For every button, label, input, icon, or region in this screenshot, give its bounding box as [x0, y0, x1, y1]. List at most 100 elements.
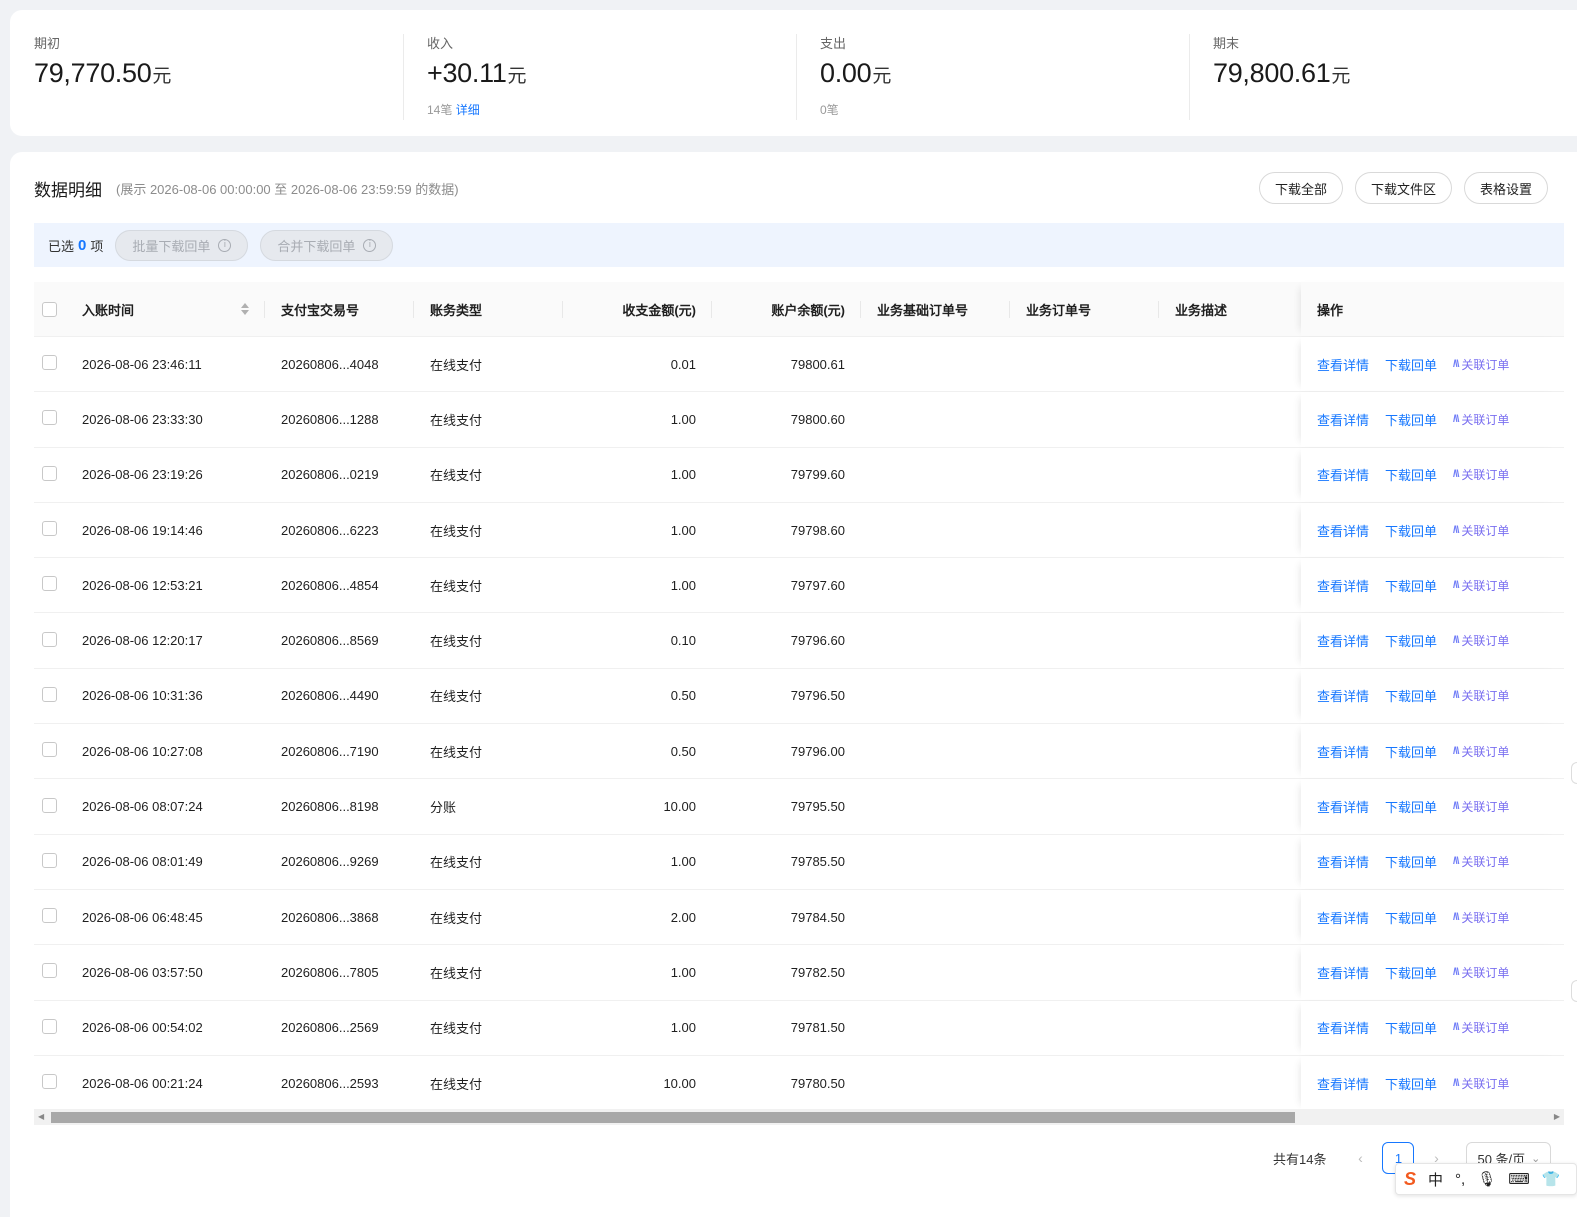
download-receipt-link[interactable]: 下载回单 — [1385, 521, 1437, 540]
download-receipt-link[interactable]: 下载回单 — [1385, 686, 1437, 705]
selection-count: 0 — [78, 236, 87, 254]
select-all-checkbox[interactable] — [42, 301, 57, 317]
col-header-time[interactable]: 入账时间 — [66, 282, 265, 337]
row-checkbox[interactable] — [42, 465, 57, 481]
horizontal-scrollbar[interactable]: ◀ ▶ — [34, 1109, 1564, 1125]
keyboard-icon[interactable]: ⌨ — [1508, 1170, 1530, 1188]
row-checkbox[interactable] — [42, 1074, 57, 1089]
table-row: 2026-08-06 12:53:21 20260806...4854 在线支付 1.… — [34, 558, 1564, 614]
link-order-link[interactable]: /\\ 关联订单 — [1453, 687, 1509, 704]
side-float-handle[interactable] — [1571, 980, 1577, 1002]
link-order-link[interactable]: /\\ 关联订单 — [1453, 411, 1509, 428]
row-checkbox[interactable] — [42, 576, 57, 592]
download-receipt-link[interactable]: 下载回单 — [1385, 631, 1437, 650]
download-receipt-link[interactable]: 下载回单 — [1385, 465, 1437, 484]
view-detail-link[interactable]: 查看详情 — [1317, 521, 1369, 540]
scroll-right-arrow-icon[interactable]: ▶ — [1554, 1112, 1560, 1121]
link-order-link[interactable]: /\\ 关联订单 — [1453, 909, 1509, 926]
download-receipt-link[interactable]: 下载回单 — [1385, 963, 1437, 982]
scrollbar-thumb[interactable] — [51, 1112, 1295, 1123]
row-checkbox[interactable] — [42, 963, 57, 979]
view-detail-link[interactable]: 查看详情 — [1317, 410, 1369, 429]
prev-page-icon[interactable]: ‹ — [1346, 1150, 1374, 1166]
download-all-button[interactable]: 下载全部 — [1259, 172, 1344, 204]
select-all-cell — [34, 282, 66, 337]
row-checkbox[interactable] — [42, 908, 57, 924]
row-select-cell — [34, 521, 66, 539]
sogou-logo-icon[interactable]: S — [1404, 1169, 1416, 1190]
cell-ops: 查看详情 下载回单 /\\ 关联订单 — [1301, 779, 1564, 834]
row-checkbox[interactable] — [42, 797, 57, 813]
scroll-left-arrow-icon[interactable]: ◀ — [38, 1112, 44, 1121]
view-detail-link[interactable]: 查看详情 — [1317, 963, 1369, 982]
link-order-link[interactable]: /\\ 关联订单 — [1453, 964, 1509, 981]
cell-time: 2026-08-06 03:57:50 — [82, 964, 203, 980]
view-detail-link[interactable]: 查看详情 — [1317, 852, 1369, 871]
microphone-icon[interactable]: 🎙 — [1477, 1170, 1496, 1188]
table-settings-button[interactable]: 表格设置 — [1464, 172, 1549, 204]
link-order-link[interactable]: /\\ 关联订单 — [1453, 577, 1509, 594]
view-detail-link[interactable]: 查看详情 — [1317, 686, 1369, 705]
view-detail-link[interactable]: 查看详情 — [1317, 465, 1369, 484]
row-checkbox[interactable] — [42, 410, 57, 426]
link-order-link[interactable]: /\\ 关联订单 — [1453, 1019, 1509, 1036]
table-row: 2026-08-06 19:14:46 20260806...6223 在线支付 1.… — [34, 502, 1564, 559]
link-order-link[interactable]: /\\ 关联订单 — [1453, 853, 1509, 870]
row-checkbox[interactable] — [42, 852, 57, 868]
cell-txn: 20260806...8198 — [281, 799, 379, 815]
row-checkbox[interactable] — [42, 521, 57, 537]
batch-download-button[interactable]: 批量下载回单 i — [115, 229, 249, 261]
col-header-biz-base-order: 业务基础订单号 — [861, 282, 1010, 337]
info-icon[interactable]: i — [218, 238, 232, 252]
download-receipt-link[interactable]: 下载回单 — [1385, 410, 1437, 429]
view-detail-link[interactable]: 查看详情 — [1317, 908, 1369, 927]
download-receipt-link[interactable]: 下载回单 — [1385, 576, 1437, 595]
row-checkbox[interactable] — [42, 355, 57, 371]
row-checkbox[interactable] — [42, 1018, 57, 1034]
col-header-desc: 业务描述 — [1175, 302, 1228, 318]
skin-icon[interactable]: 👕 — [1542, 1170, 1561, 1188]
link-order-link[interactable]: /\\ 关联订单 — [1453, 356, 1509, 373]
table-row: 2026-08-06 06:48:45 20260806...3868 在线支付 2.… — [34, 889, 1564, 946]
view-detail-link[interactable]: 查看详情 — [1317, 576, 1369, 595]
ime-mode-toggle[interactable]: 中 — [1428, 1169, 1443, 1190]
table-header: 入账时间 支付宝交易号 账务类型 收支金额(元) 账户余额(元) 业务基础订单号… — [34, 282, 1564, 337]
view-detail-link[interactable]: 查看详情 — [1317, 1018, 1369, 1037]
panel-header: 数据明细 (展示 2026-08-06 00:00:00 至 2026-08-0… — [34, 174, 459, 202]
table-row: 2026-08-06 00:21:24 20260806...2593 在线支付 10… — [34, 1055, 1564, 1112]
link-order-link[interactable]: /\\ 关联订单 — [1453, 743, 1509, 760]
link-order-link[interactable]: /\\ 关联订单 — [1453, 522, 1509, 539]
cell-amount: 0.50 — [670, 743, 696, 759]
merge-download-button[interactable]: 合并下载回单 i — [260, 229, 394, 261]
link-order-link[interactable]: /\\ 关联订单 — [1453, 798, 1509, 815]
download-receipt-link[interactable]: 下载回单 — [1385, 852, 1437, 871]
punctuation-icon[interactable]: °, — [1455, 1171, 1465, 1188]
side-float-handle[interactable] — [1571, 762, 1577, 784]
download-receipt-link[interactable]: 下载回单 — [1385, 908, 1437, 927]
view-detail-link[interactable]: 查看详情 — [1317, 742, 1369, 761]
row-checkbox[interactable] — [42, 631, 57, 647]
table-row: 2026-08-06 10:31:36 20260806...4490 在线支付 0.… — [34, 668, 1564, 725]
row-checkbox[interactable] — [42, 686, 57, 702]
view-detail-link[interactable]: 查看详情 — [1317, 797, 1369, 816]
download-receipt-link[interactable]: 下载回单 — [1385, 742, 1437, 761]
link-order-link[interactable]: /\\ 关联订单 — [1453, 632, 1509, 649]
row-checkbox[interactable] — [42, 742, 57, 758]
cell-type: 在线支付 — [430, 855, 483, 871]
view-detail-link[interactable]: 查看详情 — [1317, 1074, 1369, 1093]
stat-value: +30.11元 — [427, 56, 772, 94]
view-detail-link[interactable]: 查看详情 — [1317, 355, 1369, 374]
cell-time: 2026-08-06 00:21:24 — [82, 1075, 203, 1091]
link-order-link[interactable]: /\\ 关联订单 — [1453, 466, 1509, 483]
view-detail-link[interactable]: 查看详情 — [1317, 631, 1369, 650]
download-receipt-link[interactable]: 下载回单 — [1385, 1074, 1437, 1093]
income-detail-link[interactable]: 详细 — [456, 103, 480, 117]
info-icon[interactable]: i — [363, 238, 377, 252]
download-receipt-link[interactable]: 下载回单 — [1385, 797, 1437, 816]
sort-icon[interactable] — [241, 303, 249, 315]
link-order-link[interactable]: /\\ 关联订单 — [1453, 1075, 1509, 1092]
batch-download-label: 批量下载回单 — [132, 238, 211, 254]
download-files-button[interactable]: 下载文件区 — [1355, 172, 1453, 204]
download-receipt-link[interactable]: 下载回单 — [1385, 355, 1437, 374]
download-receipt-link[interactable]: 下载回单 — [1385, 1018, 1437, 1037]
